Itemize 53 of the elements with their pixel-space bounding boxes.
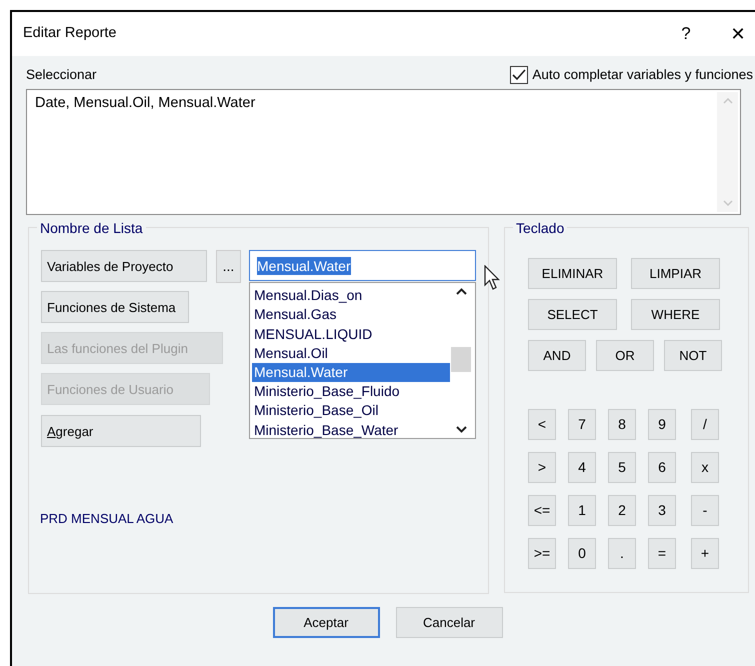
- section-label: Seleccionar: [26, 66, 97, 84]
- keypad-key[interactable]: SELECT: [528, 299, 617, 330]
- keypad-key[interactable]: 1: [568, 495, 596, 526]
- list-item[interactable]: Mensual.Gas: [252, 305, 450, 325]
- help-button[interactable]: ?: [671, 21, 701, 47]
- keypad-key[interactable]: OR: [596, 340, 654, 372]
- keypad-key[interactable]: AND: [528, 340, 586, 372]
- list-item[interactable]: Mensual.Water: [252, 363, 450, 382]
- checkbox[interactable]: [510, 66, 528, 84]
- scrollbar-thumb[interactable]: [451, 347, 471, 372]
- keypad-key[interactable]: LIMPIAR: [631, 258, 720, 290]
- keypad-key[interactable]: <=: [528, 495, 556, 526]
- keypad-key[interactable]: >=: [528, 538, 556, 570]
- keypad-key[interactable]: NOT: [664, 340, 722, 372]
- list-description: PRD MENSUAL AGUA: [40, 510, 174, 528]
- keypad-key[interactable]: 4: [568, 452, 596, 484]
- list-item[interactable]: Ministerio_Base_Oil: [252, 401, 450, 421]
- close-button[interactable]: ✕: [723, 20, 753, 48]
- list-item[interactable]: Mensual.Oil: [252, 344, 450, 363]
- keypad-key[interactable]: /: [691, 409, 719, 440]
- keypad-key[interactable]: =: [648, 538, 676, 570]
- keypad-key[interactable]: 7: [568, 409, 596, 440]
- list-item[interactable]: MENSUAL.LIQUID: [252, 324, 450, 344]
- scroll-down-icon[interactable]: [456, 426, 466, 434]
- dialog-button[interactable]: Aceptar: [272, 607, 380, 638]
- keypad-key[interactable]: .: [608, 538, 636, 570]
- keypad-key[interactable]: 0: [568, 538, 596, 570]
- keypad-key[interactable]: 8: [608, 409, 636, 440]
- keypad-key[interactable]: <: [528, 409, 556, 440]
- checkbox-label[interactable]: Auto completar variables y funciones: [532, 65, 753, 86]
- keypad-key[interactable]: WHERE: [631, 299, 720, 330]
- combo-field[interactable]: Mensual.Water: [249, 250, 476, 282]
- list-item[interactable]: Mensual.Dias_on: [252, 286, 450, 306]
- keypad-key[interactable]: x: [691, 452, 719, 484]
- list-item[interactable]: Ministerio_Base_Fluido: [252, 382, 450, 402]
- scroll-up-icon[interactable]: [456, 288, 466, 296]
- keypad-key[interactable]: ELIMINAR: [528, 258, 617, 290]
- keypad-key[interactable]: -: [691, 495, 719, 526]
- keypad-key[interactable]: 9: [648, 409, 676, 440]
- browse-button[interactable]: ...: [216, 250, 241, 284]
- keypad-key[interactable]: 6: [648, 452, 676, 484]
- side-button[interactable]: Variables de Proyecto: [41, 250, 207, 282]
- side-button[interactable]: Funciones de Sistema: [41, 291, 189, 324]
- keypad-key[interactable]: 3: [648, 495, 676, 526]
- list-item[interactable]: Ministerio_Base_Water: [252, 420, 450, 440]
- keypad-key[interactable]: >: [528, 452, 556, 484]
- mouse-pointer-icon: [484, 265, 500, 292]
- window-title: Editar Reporte: [23, 24, 116, 44]
- side-button[interactable]: Agregar: [41, 415, 201, 448]
- dialog-button[interactable]: Cancelar: [396, 607, 502, 638]
- keypad-key[interactable]: 5: [608, 452, 636, 484]
- keypad-key[interactable]: 2: [608, 495, 636, 526]
- keypad-key[interactable]: +: [691, 538, 719, 570]
